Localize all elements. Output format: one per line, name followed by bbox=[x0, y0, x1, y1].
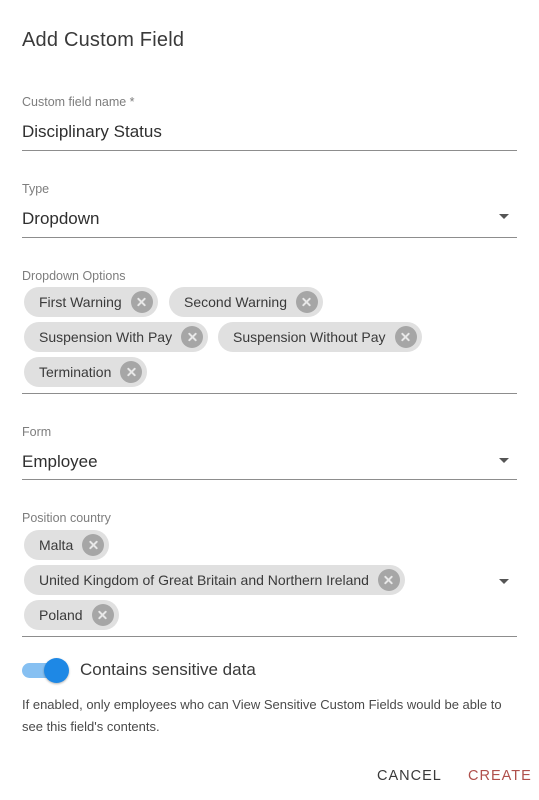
chip-label: Termination bbox=[39, 364, 112, 380]
toggle-thumb[interactable] bbox=[44, 658, 69, 683]
sensitive-data-label: Contains sensitive data bbox=[80, 660, 256, 679]
type-value[interactable]: Dropdown bbox=[22, 209, 100, 229]
chip[interactable]: Malta bbox=[24, 530, 110, 560]
custom-field-name-underline bbox=[22, 150, 517, 151]
form-value[interactable]: Employee bbox=[22, 452, 98, 472]
chip-label: Malta bbox=[39, 537, 74, 553]
close-icon[interactable] bbox=[295, 291, 318, 313]
create-button[interactable]: CREATE bbox=[468, 768, 532, 784]
chevron-down-icon[interactable] bbox=[499, 458, 509, 463]
sensitive-data-helper-text: If enabled, only employees who can View … bbox=[22, 697, 502, 734]
chip[interactable]: Poland bbox=[24, 600, 119, 630]
chip[interactable]: Suspension Without Pay bbox=[218, 322, 422, 352]
dropdown-options-underline bbox=[22, 393, 517, 394]
close-icon[interactable] bbox=[394, 326, 417, 348]
type-underline bbox=[22, 237, 517, 238]
position-country-select[interactable]: Position country Malta United Kingdom of … bbox=[22, 511, 517, 637]
form-label: Form bbox=[22, 425, 52, 439]
dialog-title: Add Custom Field bbox=[22, 29, 185, 51]
chip-label: First Warning bbox=[39, 294, 122, 310]
chevron-down-icon[interactable] bbox=[499, 214, 509, 219]
chip-label: United Kingdom of Great Britain and Nort… bbox=[39, 572, 369, 588]
close-icon[interactable] bbox=[120, 361, 143, 383]
chip[interactable]: United Kingdom of Great Britain and Nort… bbox=[24, 565, 405, 595]
chevron-down-icon[interactable] bbox=[499, 579, 509, 584]
custom-field-name-field[interactable]: Custom field name * Disciplinary Status bbox=[22, 95, 517, 151]
chip[interactable]: First Warning bbox=[24, 287, 158, 317]
close-icon[interactable] bbox=[82, 534, 105, 556]
custom-field-name-label: Custom field name * bbox=[22, 95, 135, 109]
type-label: Type bbox=[22, 182, 50, 196]
dropdown-options-label: Dropdown Options bbox=[22, 269, 126, 283]
custom-field-name-input[interactable]: Disciplinary Status bbox=[22, 122, 162, 142]
chip-label: Suspension Without Pay bbox=[233, 329, 386, 345]
close-icon[interactable] bbox=[91, 604, 114, 626]
chip-label: Second Warning bbox=[184, 294, 287, 310]
chip-label: Poland bbox=[39, 607, 83, 623]
chip[interactable]: Suspension With Pay bbox=[24, 322, 209, 352]
close-icon[interactable] bbox=[181, 326, 204, 348]
close-icon[interactable] bbox=[377, 569, 400, 591]
dropdown-options-field[interactable]: Dropdown Options First Warning Second War… bbox=[22, 269, 517, 394]
form-select[interactable]: Form Employee bbox=[22, 425, 517, 481]
chip-label: Suspension With Pay bbox=[39, 329, 173, 345]
form-underline bbox=[22, 479, 517, 480]
close-icon[interactable] bbox=[130, 291, 153, 313]
chip[interactable]: Termination bbox=[24, 357, 148, 387]
position-country-label: Position country bbox=[22, 511, 111, 525]
type-select[interactable]: Type Dropdown bbox=[22, 182, 517, 238]
cancel-button[interactable]: CANCEL bbox=[377, 768, 442, 784]
position-country-underline bbox=[22, 636, 517, 637]
chip[interactable]: Second Warning bbox=[169, 287, 323, 317]
sensitive-data-toggle[interactable] bbox=[22, 658, 70, 683]
